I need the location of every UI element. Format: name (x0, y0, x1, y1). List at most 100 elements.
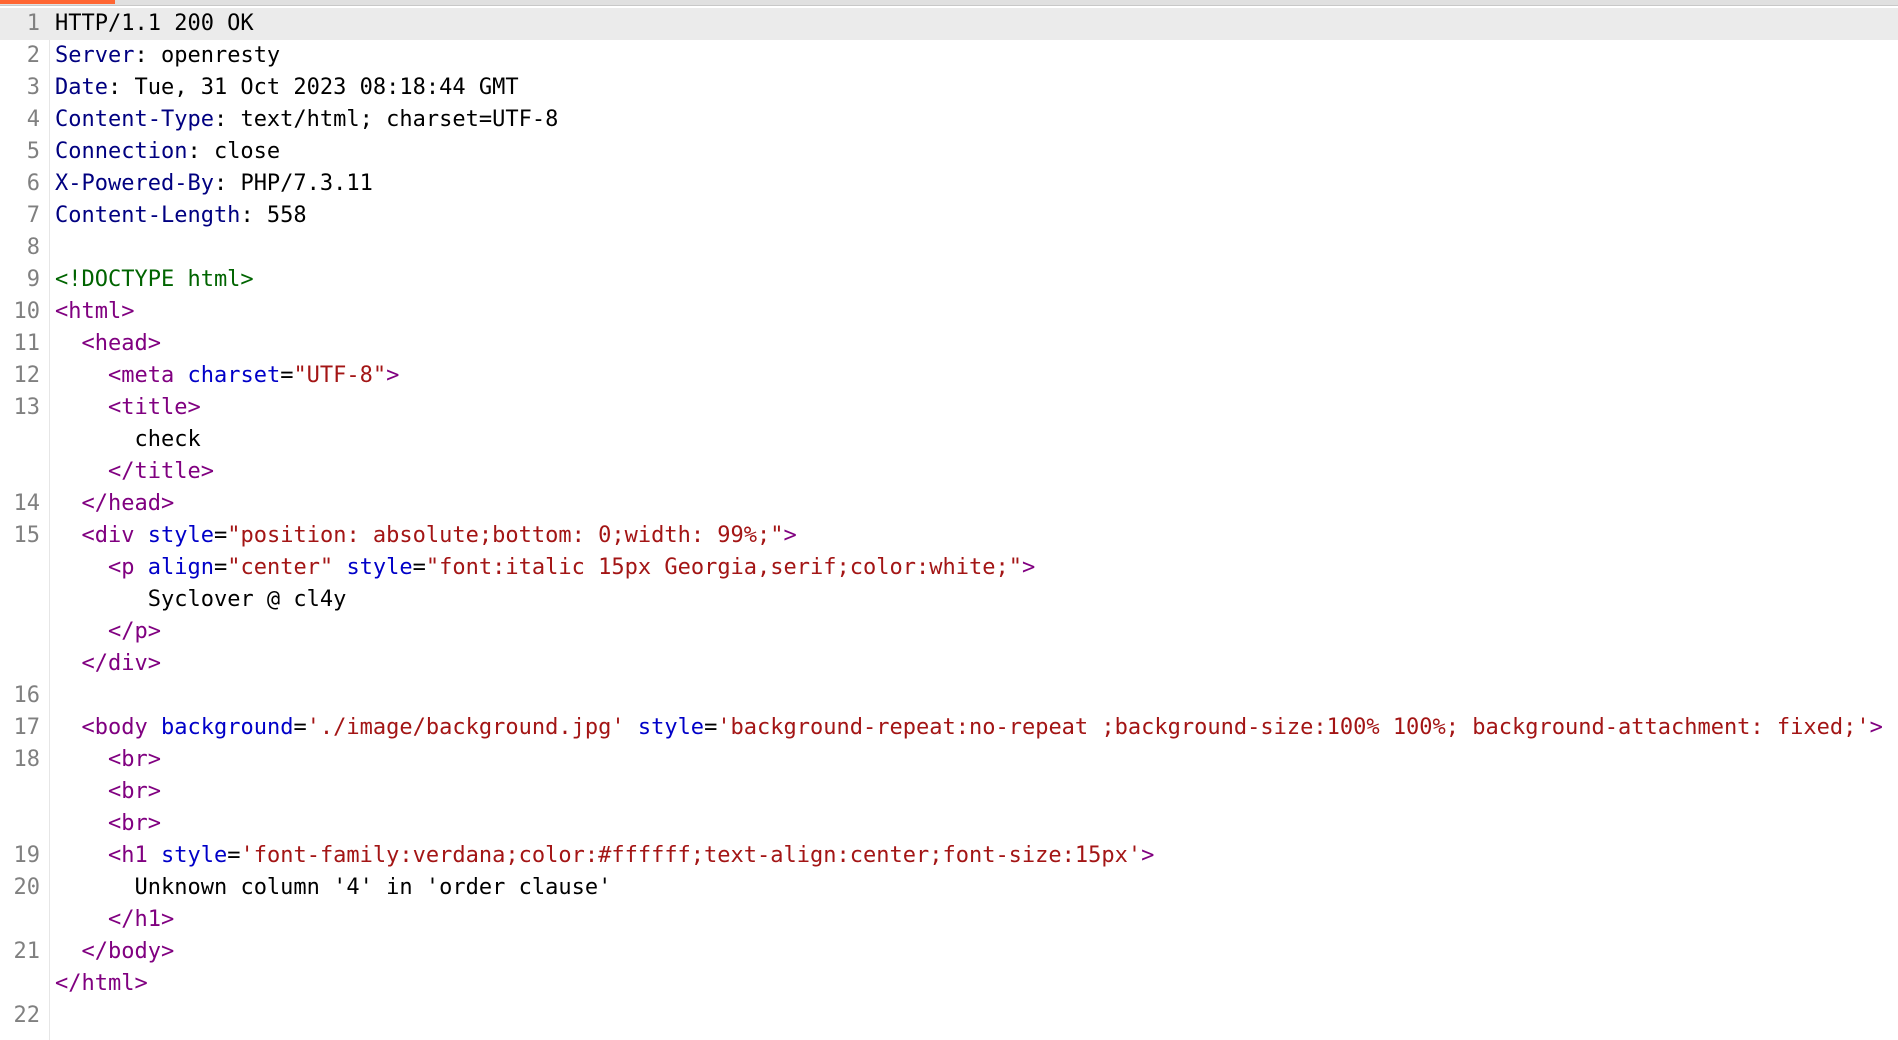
code-line[interactable]: 22 (0, 1000, 1898, 1032)
code-line[interactable]: 2 Server: openresty (0, 40, 1898, 72)
code-token: p (121, 555, 135, 580)
code-token: div (94, 523, 135, 548)
code-token: </ (55, 971, 82, 996)
code-line[interactable]: 18 <br> (0, 744, 1898, 776)
code-line[interactable]: 11 <head> (0, 328, 1898, 360)
code-line[interactable]: 9 <!DOCTYPE html> (0, 264, 1898, 296)
code-token: html (81, 971, 135, 996)
line-content: <br> (55, 776, 161, 808)
line-content: <br> (55, 744, 161, 776)
code-line[interactable]: 8 (0, 232, 1898, 264)
line-number: 16 (13, 683, 41, 708)
code-line[interactable]: </h1> (0, 904, 1898, 936)
active-tab-indicator[interactable] (0, 0, 115, 4)
code-line[interactable]: <br> (0, 776, 1898, 808)
code-line[interactable]: 14 </head> (0, 488, 1898, 520)
line-content: <title> (55, 392, 201, 424)
code-token: './image/background.jpg' (306, 715, 625, 740)
code-token: "font:italic 15px Georgia,serif;color:wh… (425, 555, 1022, 580)
code-token: = (412, 555, 426, 580)
line-content: <meta charset="UTF-8"> (55, 360, 399, 392)
http-response-editor[interactable]: 1 HTTP/1.1 200 OK 2 Server: openresty 3 Date:… (0, 8, 1898, 1040)
code-token: > (147, 619, 161, 644)
code-token: < (55, 299, 69, 324)
code-line[interactable]: 15 <div style="position: absolute;bottom… (0, 520, 1898, 552)
code-token: > (147, 331, 161, 356)
code-token: title (121, 395, 188, 420)
code-line[interactable]: <p align="center" style="font:italic 15p… (0, 552, 1898, 584)
code-token: 'background-repeat:no-repeat ;background… (717, 715, 1870, 740)
code-token: < (81, 523, 95, 548)
code-line[interactable]: </p> (0, 616, 1898, 648)
code-line[interactable]: </title> (0, 456, 1898, 488)
code-token: > (147, 747, 161, 772)
line-content: Content-Type: text/html; charset=UTF-8 (55, 104, 558, 136)
code-line[interactable]: Syclover @ cl4y (0, 584, 1898, 616)
code-token: Connection (55, 139, 188, 164)
line-content: <h1 style='font-family:verdana;color:#ff… (55, 840, 1154, 872)
code-token: title (134, 459, 201, 484)
code-token: > (160, 491, 175, 516)
code-line[interactable]: 17 <body background='./image/background.… (0, 712, 1898, 744)
line-number: 12 (13, 363, 41, 388)
code-token: > (147, 779, 161, 804)
code-token: : close (187, 139, 281, 164)
code-line[interactable]: 12 <meta charset="UTF-8"> (0, 360, 1898, 392)
line-content: <html> (55, 296, 134, 328)
line-number: 6 (26, 171, 40, 196)
code-token: HTTP/1.1 200 OK (55, 11, 254, 36)
code-token: background (160, 715, 294, 740)
code-line[interactable]: </html> (0, 968, 1898, 1000)
code-line[interactable]: 21 </body> (0, 936, 1898, 968)
code-line[interactable]: 3 Date: Tue, 31 Oct 2023 08:18:44 GMT (0, 72, 1898, 104)
code-line[interactable]: <br> (0, 808, 1898, 840)
line-number: 19 (13, 843, 41, 868)
code-token: = (293, 715, 307, 740)
code-token: Content-Type (55, 107, 214, 132)
line-content: </title> (55, 456, 214, 488)
code-token: < (107, 747, 122, 772)
code-line[interactable]: 4 Content-Type: text/html; charset=UTF-8 (0, 104, 1898, 136)
code-token: Content-Length (55, 203, 241, 228)
code-line[interactable]: 13 <title> (0, 392, 1898, 424)
code-line[interactable]: 5 Connection: close (0, 136, 1898, 168)
code-line[interactable]: 20 Unknown column '4' in 'order clause' (0, 872, 1898, 904)
code-token: > (121, 299, 135, 324)
line-content: </body> (55, 936, 175, 968)
code-token: < (107, 395, 122, 420)
line-number: 8 (26, 235, 40, 260)
code-token: style (346, 555, 413, 580)
code-line[interactable]: 1 HTTP/1.1 200 OK (0, 8, 1898, 40)
code-line[interactable]: 19 <h1 style='font-family:verdana;color:… (0, 840, 1898, 872)
code-token: br (121, 779, 148, 804)
line-number: 22 (13, 1003, 41, 1028)
line-content: Date: Tue, 31 Oct 2023 08:18:44 GMT (55, 72, 519, 104)
code-line[interactable]: 7 Content-Length: 558 (0, 200, 1898, 232)
line-number: 21 (13, 939, 41, 964)
code-line[interactable]: </div> (0, 648, 1898, 680)
line-content: <br> (55, 808, 161, 840)
line-number: 11 (13, 331, 41, 356)
code-line[interactable]: check (0, 424, 1898, 456)
code-token: < (107, 811, 122, 836)
code-line[interactable]: 16 (0, 680, 1898, 712)
code-token: body (94, 715, 148, 740)
line-number: 20 (13, 875, 41, 900)
code-token: h1 (121, 843, 148, 868)
code-token: br (121, 811, 148, 836)
code-lines[interactable]: 1 HTTP/1.1 200 OK 2 Server: openresty 3 Date:… (0, 8, 1898, 1032)
code-line[interactable]: 6 X-Powered-By: PHP/7.3.11 (0, 168, 1898, 200)
code-token: </ (107, 619, 135, 644)
code-line[interactable]: 10 <html> (0, 296, 1898, 328)
line-content: HTTP/1.1 200 OK (55, 8, 254, 40)
